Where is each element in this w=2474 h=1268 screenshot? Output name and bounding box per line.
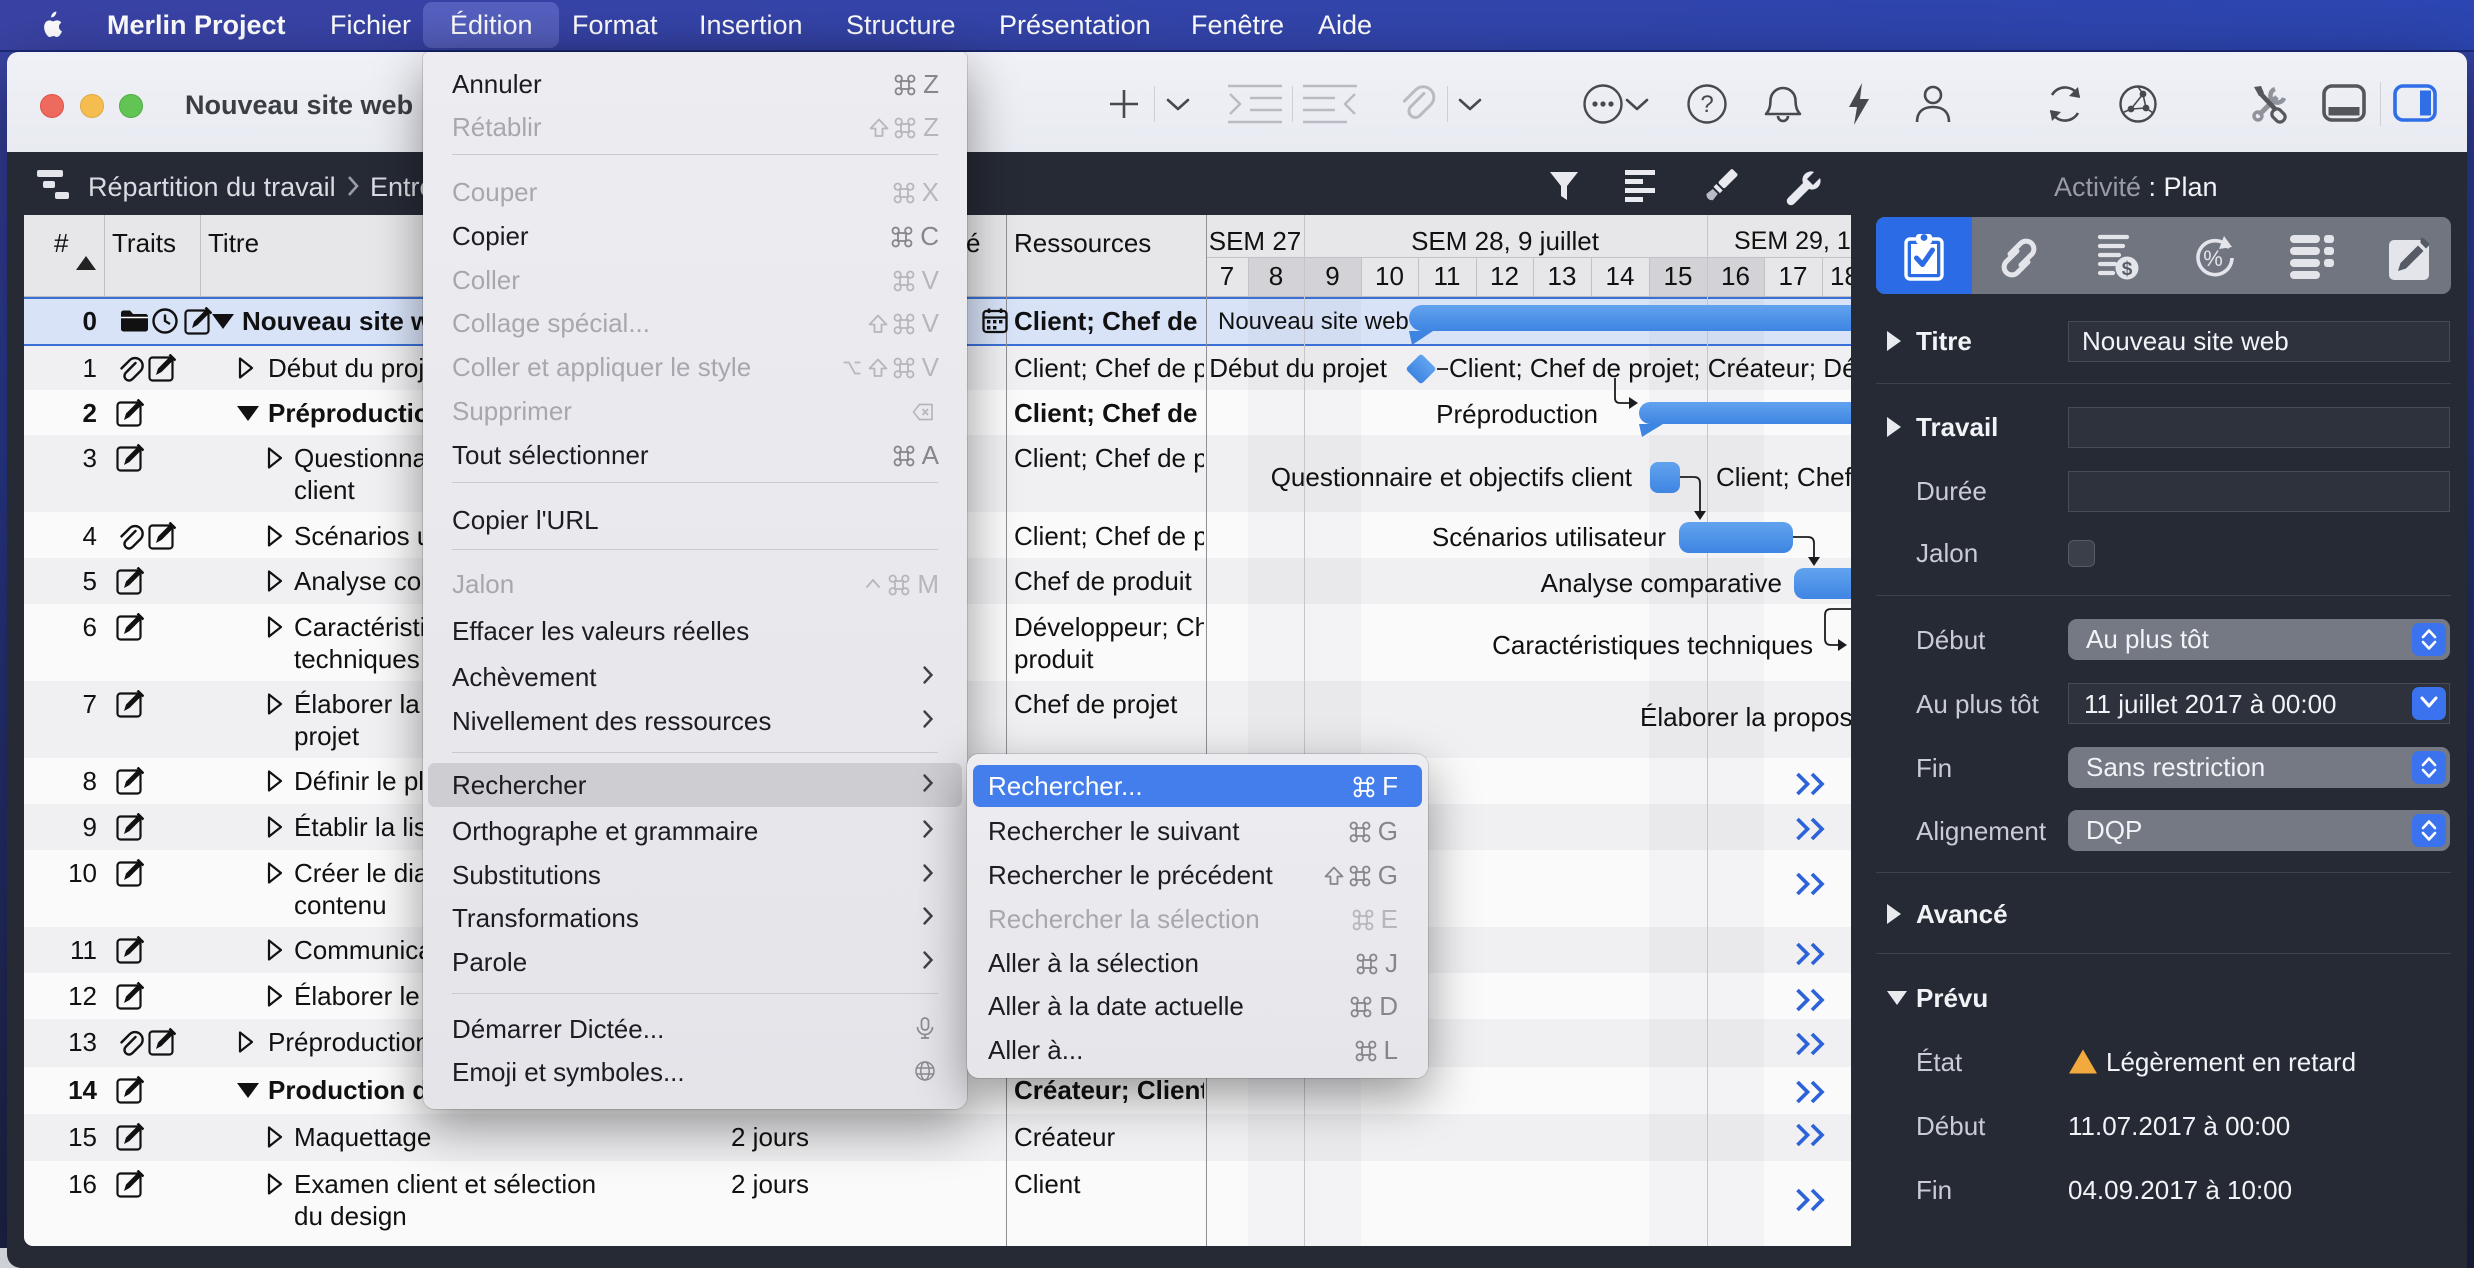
svg-text:?: ? [1700,91,1713,118]
svg-text:%: % [2203,246,2223,271]
svg-text:$: $ [2122,259,2133,280]
